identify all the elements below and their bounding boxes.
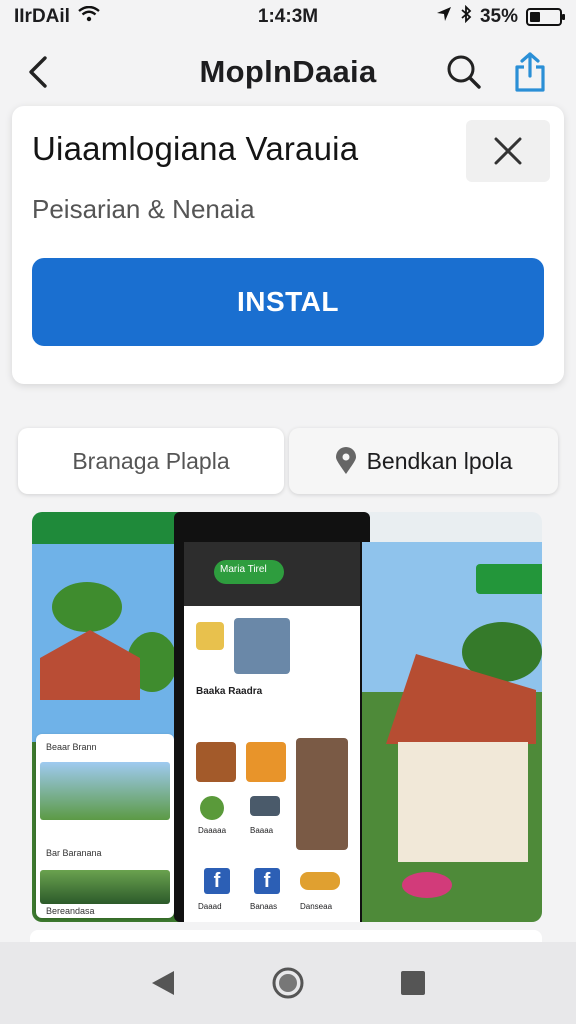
- app-header: MoplnDaaia: [0, 40, 576, 104]
- close-button[interactable]: [466, 120, 550, 182]
- list-item: Beaar Brann: [46, 742, 97, 752]
- search-button[interactable]: [442, 50, 486, 94]
- clock: 1:4:3M: [257, 6, 319, 27]
- food-icon: [196, 622, 224, 650]
- system-nav-bar: [0, 942, 576, 1024]
- carrier-label: IIrDAil: [14, 6, 70, 27]
- app-developer: Peisarian & Nenaia: [32, 194, 255, 224]
- search-icon: [447, 55, 481, 89]
- screen-topbar: Maria Tirel: [184, 542, 360, 606]
- flower-bush-image: [402, 872, 452, 898]
- wifi-icon: [78, 5, 100, 28]
- toolbar-strip: [476, 564, 542, 594]
- facebook-icon[interactable]: f: [204, 868, 230, 894]
- chip-left-label: Branaga Plapla: [72, 447, 230, 474]
- circle-home-icon: [272, 967, 304, 999]
- list-item: Daaad: [198, 902, 222, 911]
- house-wall-image: [398, 742, 528, 862]
- close-icon: [494, 137, 522, 165]
- palm-tree-image: [52, 582, 122, 632]
- thumbnail-image: [40, 762, 170, 820]
- house-image: [40, 630, 140, 700]
- facebook-icon[interactable]: f: [254, 868, 280, 894]
- list-item: Baaaa: [250, 826, 274, 835]
- screenshot-gallery[interactable]: Beaar Brann Bar Baranana Bereandasa Mari…: [32, 512, 542, 922]
- food-image: [300, 872, 340, 890]
- share-icon: [515, 52, 545, 92]
- screen-caption: Baaka Raadra: [196, 686, 263, 697]
- chip-left[interactable]: Branaga Plapla: [18, 428, 284, 494]
- nav-recents-button[interactable]: [389, 959, 437, 1007]
- battery-fill: [530, 12, 540, 22]
- food-image: [200, 796, 224, 820]
- phone-screen: Maria Tirel Baaka Raadra Daaaaa Baaaa f …: [184, 542, 360, 922]
- status-left: IIrDAil: [14, 5, 214, 28]
- screen-title: Maria Tirel: [220, 564, 267, 575]
- status-right: 35%: [362, 4, 565, 29]
- food-image: [246, 742, 286, 782]
- list-item: Danseaa: [300, 902, 333, 911]
- photo-image: [234, 618, 290, 674]
- screenshot-list: Beaar Brann Bar Baranana Bereandasa: [36, 734, 174, 918]
- nav-home-button[interactable]: [264, 959, 312, 1007]
- page-title: MoplnDaaia: [199, 54, 377, 89]
- list-item: Banaas: [250, 902, 278, 911]
- battery-percent: 35%: [479, 6, 518, 27]
- list-item: Bar Baranana: [46, 848, 102, 858]
- photo-image: [296, 738, 348, 850]
- screenshot-1[interactable]: Beaar Brann Bar Baranana Bereandasa: [32, 512, 182, 922]
- share-button[interactable]: [508, 48, 552, 96]
- list-item: Bereandasa: [46, 906, 95, 916]
- chip-location[interactable]: Bendkan lpola: [289, 428, 558, 494]
- screenshot-3[interactable]: [362, 542, 542, 922]
- list-item: Daaaaa: [198, 826, 227, 835]
- thumbnail-image: [40, 870, 170, 904]
- square-recents-icon: [401, 971, 426, 995]
- status-bar: IIrDAil 1:4:3M 35%: [0, 0, 576, 34]
- location-arrow-icon: [436, 6, 452, 28]
- location-pin-icon: [335, 447, 356, 474]
- chip-right-label: Bendkan lpola: [366, 447, 513, 474]
- install-button[interactable]: INSTAL: [32, 258, 544, 346]
- bluetooth-icon: [460, 4, 472, 29]
- food-image: [196, 742, 236, 782]
- install-card: Uiaamlogiana Varauia Peisarian & Nenaia …: [12, 106, 564, 384]
- nav-back-button[interactable]: [139, 959, 187, 1007]
- app-name: Uiaamlogiana Varauia: [32, 130, 359, 167]
- battery-icon: [526, 8, 565, 26]
- triangle-back-icon: [151, 971, 174, 995]
- screenshot-2[interactable]: Maria Tirel Baaka Raadra Daaaaa Baaaa f …: [174, 512, 370, 922]
- food-image: [250, 796, 280, 816]
